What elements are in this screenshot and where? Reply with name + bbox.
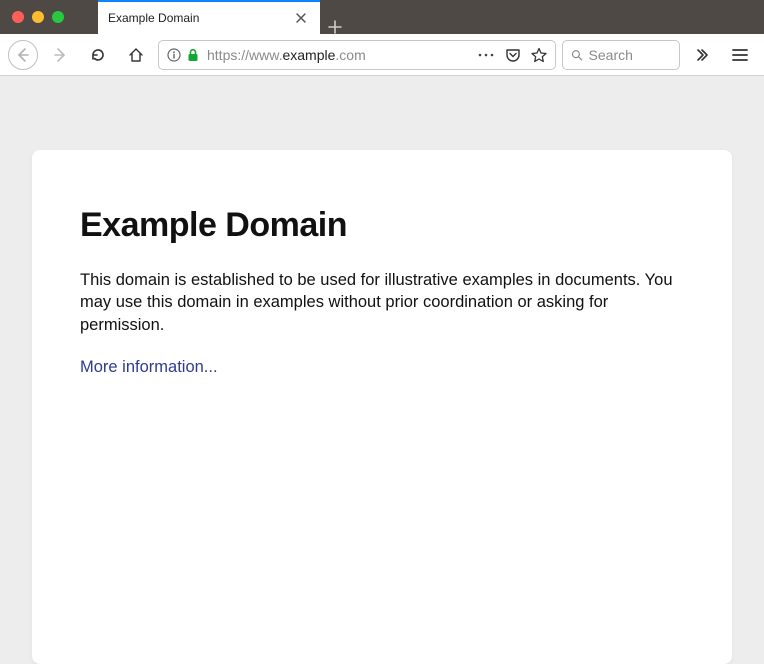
back-button[interactable] — [8, 40, 38, 70]
arrow-right-icon — [52, 47, 68, 63]
tab-active[interactable]: Example Domain — [98, 0, 320, 34]
home-button[interactable] — [120, 39, 152, 71]
reload-button[interactable] — [82, 39, 114, 71]
close-window-button[interactable] — [12, 11, 24, 23]
reload-icon — [90, 47, 106, 63]
pocket-button[interactable] — [505, 47, 521, 63]
search-box[interactable] — [562, 40, 680, 70]
url-bar[interactable]: https://www.example.com — [158, 40, 556, 70]
new-tab-button[interactable] — [320, 20, 350, 34]
url-suffix: .com — [335, 47, 365, 63]
close-icon — [295, 12, 307, 24]
chevrons-right-icon — [694, 47, 710, 63]
page-heading: Example Domain — [80, 206, 684, 245]
close-tab-button[interactable] — [292, 9, 310, 27]
home-icon — [128, 47, 144, 63]
lock-icon — [187, 48, 199, 62]
ellipsis-icon — [477, 52, 495, 58]
site-identity[interactable] — [167, 48, 199, 62]
hamburger-icon — [732, 48, 748, 62]
pocket-icon — [505, 47, 521, 63]
plus-icon — [328, 20, 342, 34]
url-host: example — [282, 47, 335, 63]
url-prefix: https://www. — [207, 47, 282, 63]
search-input[interactable] — [589, 47, 671, 63]
star-icon — [531, 47, 547, 63]
window-controls — [0, 0, 76, 34]
minimize-window-button[interactable] — [32, 11, 44, 23]
overflow-button[interactable] — [686, 39, 718, 71]
content-card: Example Domain This domain is establishe… — [32, 150, 732, 664]
tab-title: Example Domain — [108, 11, 292, 25]
titlebar: Example Domain — [0, 0, 764, 34]
forward-button[interactable] — [44, 39, 76, 71]
search-icon — [571, 48, 583, 62]
info-icon — [167, 48, 181, 62]
maximize-window-button[interactable] — [52, 11, 64, 23]
page-actions-button[interactable] — [477, 52, 495, 58]
toolbar: https://www.example.com — [0, 34, 764, 76]
page-viewport: Example Domain This domain is establishe… — [0, 76, 764, 664]
more-information-link[interactable]: More information... — [80, 358, 218, 376]
arrow-left-icon — [15, 47, 31, 63]
url-text: https://www.example.com — [207, 47, 469, 63]
tab-strip: Example Domain — [98, 0, 350, 34]
page-body: This domain is established to be used fo… — [80, 269, 684, 336]
url-actions — [477, 47, 547, 63]
bookmark-button[interactable] — [531, 47, 547, 63]
menu-button[interactable] — [724, 39, 756, 71]
